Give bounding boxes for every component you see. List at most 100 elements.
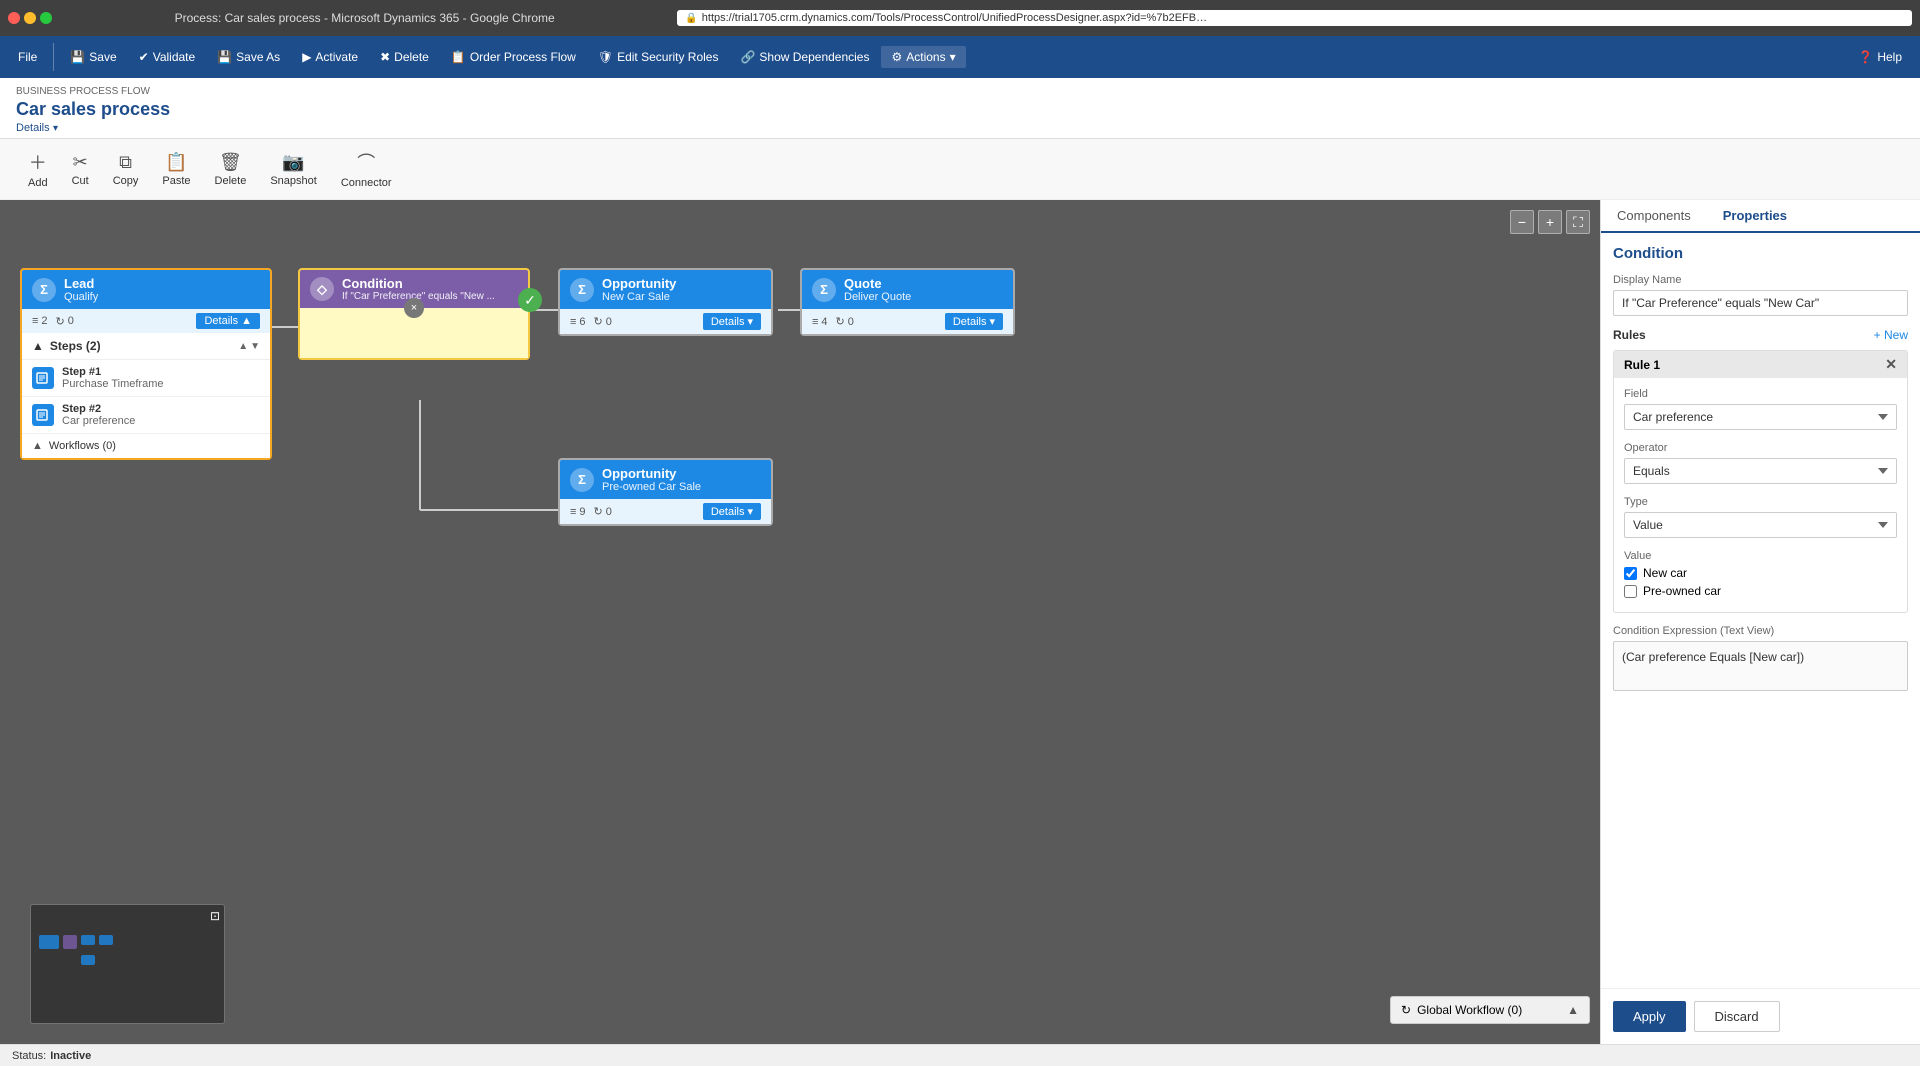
show-dependencies-button[interactable]: 🔗 Show Dependencies (730, 46, 879, 68)
apply-button[interactable]: Apply (1613, 1001, 1686, 1032)
maximize-button[interactable] (40, 12, 52, 24)
step-1-item[interactable]: Step #1 Purchase Timeframe (22, 360, 270, 397)
value-section: Value New car Pre-owned car (1624, 550, 1897, 598)
cut-button[interactable]: ✂ Cut (60, 148, 101, 191)
opp-new-details-button[interactable]: Details ▾ (703, 313, 761, 330)
opp-preowned-details-button[interactable]: Details ▾ (703, 503, 761, 520)
rule-1-label: Rule 1 (1624, 358, 1660, 372)
operator-select[interactable]: Equals (1624, 458, 1897, 484)
order-process-flow-button[interactable]: 📋 Order Process Flow (441, 46, 586, 68)
status-value: Inactive (50, 1050, 91, 1062)
lead-details-button[interactable]: Details ▲ (196, 313, 260, 329)
close-button[interactable] (8, 12, 20, 24)
copy-button[interactable]: ⧉ Copy (101, 148, 151, 191)
global-workflow-collapse-button[interactable]: ▲ (1567, 1003, 1579, 1017)
preowned-car-checkbox[interactable] (1624, 585, 1637, 598)
delete-tool-icon: 🗑 (219, 152, 242, 173)
step-2-icon (32, 404, 54, 426)
lead-node-header: Σ Lead Qualify (22, 270, 270, 309)
details-link[interactable]: Details (16, 122, 50, 134)
sort-down-button[interactable]: ▼ (250, 341, 260, 352)
quote-workflows-stat: ↻ 0 (836, 315, 854, 328)
steps-icon: ≡ (32, 315, 38, 327)
global-workflow-refresh-icon: ↻ (1401, 1003, 1411, 1017)
type-group: Type Value (1624, 496, 1897, 538)
new-rule-link[interactable]: + New (1874, 328, 1908, 342)
lead-workflows-stat: ↻ 0 (56, 315, 74, 328)
quote-stats: ≡ 4 ↻ 0 Details ▾ (802, 309, 1013, 334)
tab-components[interactable]: Components (1601, 200, 1707, 231)
lead-node-title: Lead (64, 276, 98, 291)
order-icon: 📋 (451, 50, 466, 64)
rules-header: Rules + New (1613, 328, 1908, 342)
address-text: https://trial1705.crm.dynamics.com/Tools… (702, 12, 1207, 24)
opp-preowned-chevron-icon: ▾ (747, 505, 753, 518)
header-area: BUSINESS PROCESS FLOW Car sales process … (0, 78, 1920, 139)
browser-chrome: Process: Car sales process - Microsoft D… (0, 0, 1920, 36)
validate-icon: ✔ (139, 50, 149, 64)
rule-1-header: Rule 1 ✕ (1614, 351, 1907, 378)
rule-1-box: Rule 1 ✕ Field Car preference Operator (1613, 350, 1908, 613)
activate-button[interactable]: ▶ Activate (292, 46, 368, 68)
validate-button[interactable]: ✔ Validate (129, 46, 206, 68)
delete-tool-button[interactable]: 🗑 Delete (203, 148, 259, 191)
tab-properties[interactable]: Properties (1707, 200, 1803, 233)
global-workflow-label: Global Workflow (0) (1417, 1003, 1522, 1017)
help-icon: ❓ (1858, 50, 1873, 64)
status-label: Status: (12, 1050, 46, 1062)
add-button[interactable]: ＋ Add (16, 145, 60, 193)
step-2-item[interactable]: Step #2 Car preference (22, 397, 270, 434)
canvas[interactable]: − + ⛶ Σ Lead Qualify (0, 200, 1600, 1044)
workflows-row-icon: ▲ (32, 440, 43, 452)
zoom-out-button[interactable]: − (1510, 210, 1534, 234)
browser-window-controls[interactable] (8, 12, 52, 24)
security-icon: 🛡 (598, 50, 613, 64)
minimap-quote-node (99, 935, 113, 945)
opp-preowned-steps-stat: ≡ 9 (570, 506, 586, 518)
minimap-opp-new-node (81, 935, 95, 945)
new-car-checkbox[interactable] (1624, 567, 1637, 580)
minimize-button[interactable] (24, 12, 36, 24)
save-button[interactable]: 💾 Save (60, 46, 126, 68)
opp-preowned-refresh-icon: ↻ (594, 505, 603, 518)
file-button[interactable]: File (8, 46, 47, 68)
opp-new-steps-icon: ≡ (570, 316, 576, 328)
delete-button[interactable]: ✖ Delete (370, 46, 439, 68)
connector-button[interactable]: ⌒ Connector (329, 145, 404, 193)
quote-node: Σ Quote Deliver Quote ≡ 4 ↻ 0 (800, 268, 1015, 336)
opp-new-steps-stat: ≡ 6 (570, 316, 586, 328)
help-button[interactable]: ❓ Help (1848, 46, 1912, 68)
display-name-input[interactable] (1613, 290, 1908, 316)
fit-button[interactable]: ⛶ (1566, 210, 1590, 234)
steps-header: ▲ Steps (2) ▲ ▼ (22, 333, 270, 360)
quote-details-button[interactable]: Details ▾ (945, 313, 1003, 330)
paste-button[interactable]: 📋 Paste (150, 148, 202, 191)
sort-buttons: ▲ ▼ (238, 341, 260, 352)
rules-title: Rules (1613, 328, 1646, 342)
sort-up-button[interactable]: ▲ (238, 341, 248, 352)
opp-new-icon: Σ (570, 278, 594, 302)
steps-header-icon: ▲ (32, 339, 44, 353)
save-as-icon: 💾 (217, 50, 232, 64)
zoom-in-button[interactable]: + (1538, 210, 1562, 234)
edit-security-roles-button[interactable]: 🛡 Edit Security Roles (588, 46, 729, 68)
lead-node-subtitle: Qualify (64, 291, 98, 303)
type-select[interactable]: Value (1624, 512, 1897, 538)
save-as-button[interactable]: 💾 Save As (207, 46, 290, 68)
opp-new-header: Σ Opportunity New Car Sale (560, 270, 771, 309)
discard-button[interactable]: Discard (1694, 1001, 1780, 1032)
type-label: Type (1624, 496, 1897, 508)
opp-new-workflows-stat: ↻ 0 (594, 315, 612, 328)
rule-1-close-button[interactable]: ✕ (1885, 356, 1897, 373)
opp-preowned-stats: ≡ 9 ↻ 0 Details ▾ (560, 499, 771, 524)
field-select[interactable]: Car preference (1624, 404, 1897, 430)
condition-close-button[interactable]: × (404, 298, 424, 318)
operator-group: Operator Equals (1624, 442, 1897, 484)
display-name-label: Display Name (1613, 274, 1908, 286)
actions-button[interactable]: ⚙ Actions ▾ (881, 46, 965, 68)
quote-icon: Σ (812, 278, 836, 302)
opp-new-refresh-icon: ↻ (594, 315, 603, 328)
address-bar[interactable]: 🔒 https://trial1705.crm.dynamics.com/Too… (677, 10, 1912, 26)
minimap-opp-preowned-node (81, 955, 95, 965)
snapshot-button[interactable]: 📷 Snapshot (258, 148, 328, 191)
